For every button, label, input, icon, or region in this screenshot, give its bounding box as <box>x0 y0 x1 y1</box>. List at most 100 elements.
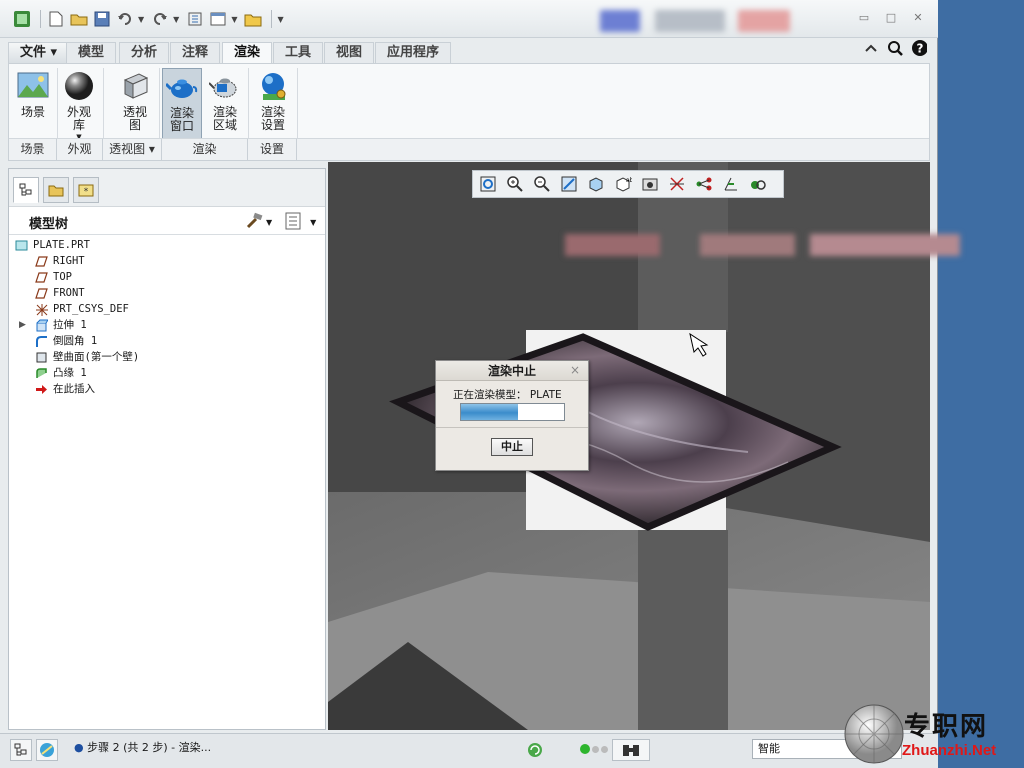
dialog-title: 渲染中止 <box>436 361 588 381</box>
watermark: 专职网 Zhuanzhi.Net <box>842 700 1022 764</box>
render-icon[interactable] <box>747 173 769 195</box>
group-scene[interactable]: 场景 <box>9 139 57 160</box>
group-render[interactable]: 渲染 <box>162 139 248 160</box>
tree-item-label: FRONT <box>53 287 85 299</box>
wall-icon <box>35 351 48 364</box>
minimize-icon[interactable]: ▭ <box>858 12 870 24</box>
windows-icon[interactable] <box>208 9 228 29</box>
dialog-close-icon[interactable]: × <box>568 362 582 378</box>
part-icon <box>15 239 28 252</box>
perspective-view-button[interactable]: 透视 图 <box>115 68 155 140</box>
model-tree-tab[interactable] <box>13 177 39 203</box>
customize-icon[interactable]: ▼ <box>277 15 283 24</box>
datum-display-icon[interactable] <box>666 173 688 195</box>
find-icon[interactable] <box>612 739 650 761</box>
favorites-tab[interactable]: * <box>73 177 99 203</box>
model-tree: PLATE.PRT RIGHT TOP FRONT PRT_CSYS_DEF ▶ 拉伸 1 倒… <box>9 237 325 397</box>
zoom-in-icon[interactable] <box>504 173 526 195</box>
render-region-button[interactable]: 渲染 区域 <box>205 68 245 140</box>
regeneration-status-icon[interactable] <box>524 739 546 761</box>
zoom-out-icon[interactable] <box>531 173 553 195</box>
tree-item[interactable]: FRONT <box>9 285 325 301</box>
tree-item[interactable]: 壁曲面(第一个壁) <box>9 349 325 365</box>
tab-applications[interactable]: 应用程序 <box>375 42 452 64</box>
scene-button[interactable]: 场景 <box>13 68 53 140</box>
tab-file[interactable]: 文件 ▾ <box>8 42 70 64</box>
csys-icon <box>35 303 48 316</box>
group-perspective-label: 透视图 <box>109 142 146 156</box>
watermark-cn: 专职网 <box>904 712 989 742</box>
render-window-button[interactable]: 渲染 窗口 <box>162 68 202 140</box>
search-icon[interactable] <box>887 40 903 56</box>
tree-item-label: PRT_CSYS_DEF <box>53 303 129 315</box>
group-appearance[interactable]: 外观 <box>57 139 103 160</box>
tree-item[interactable]: ▶ 拉伸 1 <box>9 317 325 333</box>
model-tree-title: 模型树 <box>29 217 69 232</box>
tree-item[interactable]: PRT_CSYS_DEF <box>9 301 325 317</box>
refit-icon[interactable] <box>477 173 499 195</box>
app-icon[interactable] <box>12 9 32 29</box>
dialog-message: 正在渲染模型： PLATE <box>453 389 562 401</box>
tab-model[interactable]: 模型 <box>66 42 117 64</box>
tree-item-label: 拉伸 1 <box>53 319 87 331</box>
display-style-icon[interactable] <box>585 173 607 195</box>
annotation-display-icon[interactable] <box>693 173 715 195</box>
redo-icon[interactable] <box>150 9 170 29</box>
ribbon-group-bar: 场景 外观 透视图 ▾ 渲染 设置 <box>9 138 929 160</box>
group-perspective[interactable]: 透视图 ▾ <box>103 139 162 160</box>
collapse-ribbon-icon[interactable] <box>863 40 879 56</box>
window-title-blurred <box>600 10 640 32</box>
svg-text:*: * <box>84 187 89 197</box>
tree-item[interactable]: 在此插入 <box>9 381 325 397</box>
tree-item[interactable]: RIGHT <box>9 253 325 269</box>
expand-icon[interactable]: ▶ <box>19 317 26 333</box>
toggle-browser-icon[interactable] <box>36 739 58 761</box>
tree-item[interactable]: PLATE.PRT <box>9 237 325 253</box>
toggle-navigator-icon[interactable] <box>10 739 32 761</box>
tree-item-label: 凸缘 1 <box>53 367 87 379</box>
tree-display-icon[interactable] <box>285 212 301 233</box>
status-message: ● 步骤 2 (共 2 步) - 渲染... <box>74 741 212 754</box>
open-icon[interactable] <box>69 9 89 29</box>
tree-item-label: 壁曲面(第一个壁) <box>53 351 140 363</box>
undo-icon[interactable] <box>115 9 135 29</box>
scene-label: 场景 <box>20 105 45 119</box>
tab-analysis[interactable]: 分析 <box>119 42 170 64</box>
help-icon[interactable]: ? <box>911 40 927 56</box>
new-icon[interactable] <box>46 9 66 29</box>
help-icons: ? <box>863 40 927 56</box>
close-window-icon[interactable] <box>243 9 263 29</box>
status-bar: ● 步骤 2 (共 2 步) - 渲染... 智能 <box>0 733 938 768</box>
datum-plane-icon <box>35 287 48 300</box>
save-icon[interactable] <box>92 9 112 29</box>
group-settings[interactable]: 设置 <box>248 139 297 160</box>
tree-item[interactable]: 倒圆角 1 <box>9 333 325 349</box>
render-window-label: 渲染 窗口 <box>169 106 194 133</box>
render-settings-label: 渲染 设置 <box>260 105 285 132</box>
abort-button[interactable]: 中止 <box>491 438 533 456</box>
scene-icon <box>17 70 49 102</box>
tab-tools[interactable]: 工具 <box>273 42 324 64</box>
repaint-icon[interactable] <box>558 173 580 195</box>
tab-annotate[interactable]: 注释 <box>170 42 221 64</box>
view-manager-icon[interactable] <box>639 173 661 195</box>
tab-render[interactable]: 渲染 <box>222 42 273 65</box>
ribbon-panel: 场景 外观 库 ▼ 透视 图 渲染 窗口 渲染 区域 渲染 设置 场景 外观 透… <box>8 63 930 161</box>
quick-access-toolbar: ▼ ▼ ▼ ▼ <box>12 9 290 29</box>
appearance-sphere-icon <box>63 70 95 102</box>
tab-view[interactable]: 视图 <box>324 42 375 64</box>
close-icon[interactable]: ✕ <box>912 12 924 24</box>
folder-browser-tab[interactable] <box>43 177 69 203</box>
regenerate-icon[interactable] <box>185 9 205 29</box>
tree-item[interactable]: TOP <box>9 269 325 285</box>
perspective-label: 透视 图 <box>122 105 147 132</box>
saved-orientations-icon[interactable]: ab <box>612 173 634 195</box>
spin-center-icon[interactable] <box>720 173 742 195</box>
tree-item[interactable]: 凸缘 1 <box>9 365 325 381</box>
maximize-icon[interactable]: □ <box>885 12 897 24</box>
navigator-panel: * 模型树 ▼ ▼ PLATE.PRT RIGHT TOP FRONT PRT_CSYS… <box>8 168 326 730</box>
tree-settings-icon[interactable] <box>245 212 263 233</box>
appearance-library-button[interactable]: 外观 库 ▼ <box>59 68 99 141</box>
status-message-text: 步骤 2 (共 2 步) - 渲染... <box>87 741 212 754</box>
render-settings-button[interactable]: 渲染 设置 <box>253 68 293 140</box>
